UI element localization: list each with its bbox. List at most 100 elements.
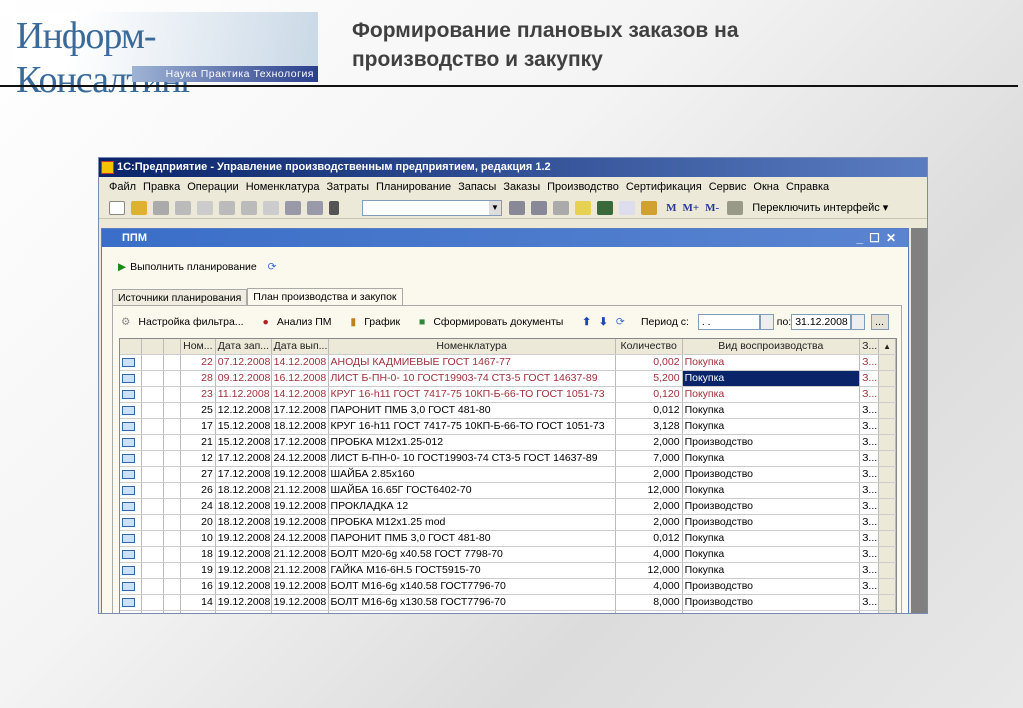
table-row[interactable]: 14 19.12.2008 19.12.2008 БОЛТ М16-6g x130.5… [120, 595, 897, 611]
scrollbar-track[interactable] [879, 403, 897, 418]
extra-cell[interactable]: З... [860, 531, 880, 546]
item-cell[interactable]: ЛИСТ Б-ПН-0- 10 ГОСТ19903-74 СТ3-5 ГОСТ … [329, 451, 616, 466]
find-next-icon[interactable] [509, 201, 525, 216]
menu-item[interactable]: Планирование [376, 181, 451, 193]
filter-settings-button[interactable]: ⚙ Настройка фильтра... [121, 316, 252, 328]
extra-cell[interactable]: З... [860, 467, 880, 482]
start-date-cell[interactable]: 18.12.2008 [216, 499, 272, 514]
open-icon[interactable] [131, 201, 147, 216]
column-header[interactable]: З... [860, 339, 880, 354]
period-to-input[interactable]: 31.12.2008 [791, 314, 852, 330]
table-row[interactable]: 10 19.12.2008 24.12.2008 ПАРОНИТ ПМБ 3,0 ГО… [120, 531, 897, 547]
maximize-icon[interactable]: ☐ [869, 231, 886, 245]
extra-cell[interactable]: З... [860, 483, 880, 498]
memory-add-button[interactable]: M+ [682, 202, 699, 214]
minimize-icon[interactable]: _ [856, 231, 869, 245]
due-date-cell[interactable]: 19.12.2008 [272, 595, 329, 610]
due-date-cell[interactable]: 21.12.2008 [272, 547, 329, 562]
number-cell[interactable]: 19 [181, 563, 216, 578]
replenishment-type-cell[interactable]: Производство [683, 579, 861, 594]
scrollbar-track[interactable] [879, 515, 897, 530]
user-icon[interactable] [641, 201, 657, 216]
tools-icon[interactable] [727, 201, 744, 216]
scrollbar-track[interactable] [879, 467, 897, 482]
dropdown-arrow-icon[interactable]: ▼ [489, 201, 501, 215]
tab-production-plan[interactable]: План производства и закупок [247, 288, 403, 305]
quantity-cell[interactable]: 12,000 [616, 563, 683, 578]
new-icon[interactable] [109, 201, 125, 216]
start-date-cell[interactable]: 18.12.2008 [216, 515, 272, 530]
start-date-cell[interactable]: 11.12.2008 [216, 387, 272, 402]
item-cell[interactable]: БОЛТ М16-6g x130.58 ГОСТ7796-70 [329, 595, 616, 610]
extra-cell[interactable]: З... [860, 371, 880, 386]
column-header[interactable]: Вид воспроизводства [683, 339, 861, 354]
start-date-cell[interactable]: 17.12.2008 [216, 467, 272, 482]
scrollbar-track[interactable] [879, 499, 897, 514]
number-cell[interactable]: 14 [181, 595, 216, 610]
calendar-icon[interactable] [851, 314, 866, 330]
column-header[interactable]: Номенклатура [329, 339, 616, 354]
due-date-cell[interactable]: 21.12.2008 [272, 563, 329, 578]
table-row[interactable]: 12 17.12.2008 24.12.2008 ЛИСТ Б-ПН-0- 10 ГО… [120, 451, 897, 467]
scrollbar-track[interactable] [879, 547, 897, 562]
item-cell[interactable]: КРУГ 16-h11 ГОСТ 7417-75 10КП-Б-66-ТО ГО… [329, 387, 616, 402]
scrollbar-track[interactable] [879, 451, 897, 466]
number-cell[interactable]: 17 [181, 419, 216, 434]
column-header[interactable]: Ном... [181, 339, 216, 354]
find-icon[interactable] [329, 201, 339, 216]
tab-planning-sources[interactable]: Источники планирования [112, 289, 248, 306]
table-row[interactable]: 18 19.12.2008 21.12.2008 БОЛТ М20-6g x40.58… [120, 547, 897, 563]
scrollbar-track[interactable] [879, 371, 897, 386]
number-cell[interactable]: 27 [181, 467, 216, 482]
find-prev-icon[interactable] [531, 201, 547, 216]
menu-item[interactable]: Окна [753, 181, 779, 193]
paste-icon[interactable] [219, 201, 235, 216]
column-header[interactable]: Количество [616, 339, 683, 354]
menu-item[interactable]: Справка [786, 181, 829, 193]
due-date-cell[interactable]: 24.12.2008 [272, 451, 329, 466]
table-row[interactable]: 21 15.12.2008 17.12.2008 ПРОБКА М12x1.25-01… [120, 435, 897, 451]
menu-item[interactable]: Операции [187, 181, 238, 193]
quantity-cell[interactable]: 2,000 [616, 435, 683, 450]
table-row[interactable]: 26 18.12.2008 21.12.2008 ШАЙБА 16.65Г ГОСТ6… [120, 483, 897, 499]
extra-cell[interactable]: З... [860, 387, 880, 402]
cut-icon[interactable] [175, 201, 191, 216]
extra-cell[interactable]: З... [860, 563, 880, 578]
period-select-button[interactable]: ... [871, 314, 890, 330]
memory-subtract-button[interactable]: M- [705, 202, 719, 214]
analysis-button[interactable]: ● Анализ ПМ [262, 316, 339, 328]
scrollbar-track[interactable] [879, 579, 897, 594]
due-date-cell[interactable]: 18.12.2008 [272, 419, 329, 434]
due-date-cell[interactable]: 21.12.2008 [272, 483, 329, 498]
quantity-cell[interactable]: 0,012 [616, 403, 683, 418]
extra-cell[interactable]: З... [860, 595, 880, 610]
replenishment-type-cell[interactable]: Производство [683, 435, 861, 450]
quantity-cell[interactable]: 2,000 [616, 467, 683, 482]
menu-item[interactable]: Сервис [709, 181, 747, 193]
redo-icon[interactable] [307, 201, 323, 216]
menu-item[interactable]: Запасы [458, 181, 496, 193]
table-row[interactable]: 28 09.12.2008 16.12.2008 ЛИСТ Б-ПН-0- 10 ГО… [120, 371, 897, 387]
number-cell[interactable]: 18 [181, 547, 216, 562]
replenishment-type-cell[interactable]: Производство [683, 595, 861, 610]
number-cell[interactable]: 22 [181, 355, 216, 370]
quantity-cell[interactable]: 7,000 [616, 451, 683, 466]
item-cell[interactable]: КРУГ 16-h11 ГОСТ 7417-75 10КП-Б-66-ТО ГО… [329, 419, 616, 434]
start-date-cell[interactable]: 19.12.2008 [216, 579, 272, 594]
quantity-cell[interactable]: 12,000 [616, 483, 683, 498]
extra-cell[interactable]: З... [860, 451, 880, 466]
quantity-cell[interactable]: 8,000 [616, 595, 683, 610]
table-row[interactable]: 24 18.12.2008 19.12.2008 ПРОКЛАДКА 12 2,000 П… [120, 499, 897, 515]
undo-icon[interactable] [285, 201, 301, 216]
replenishment-type-cell[interactable]: Покупка [683, 355, 861, 370]
replenishment-type-cell[interactable]: Покупка [683, 387, 861, 402]
menu-item[interactable]: Сертификация [626, 181, 702, 193]
item-cell[interactable]: БОЛТ М20-6g x40.58 ГОСТ 7798-70 [329, 547, 616, 562]
due-date-cell[interactable]: 14.12.2008 [272, 387, 329, 402]
replenishment-type-cell[interactable]: Покупка [683, 611, 861, 613]
start-date-cell[interactable]: 19.12.2008 [216, 547, 272, 562]
extra-cell[interactable]: З... [860, 419, 880, 434]
start-date-cell[interactable]: 09.12.2008 [216, 371, 272, 386]
table-row[interactable]: 19 19.12.2008 21.12.2008 ГАЙКА М16-6Н.5 ГОС… [120, 563, 897, 579]
table-row[interactable]: 20 18.12.2008 19.12.2008 ПРОБКА М12x1.25 mo… [120, 515, 897, 531]
